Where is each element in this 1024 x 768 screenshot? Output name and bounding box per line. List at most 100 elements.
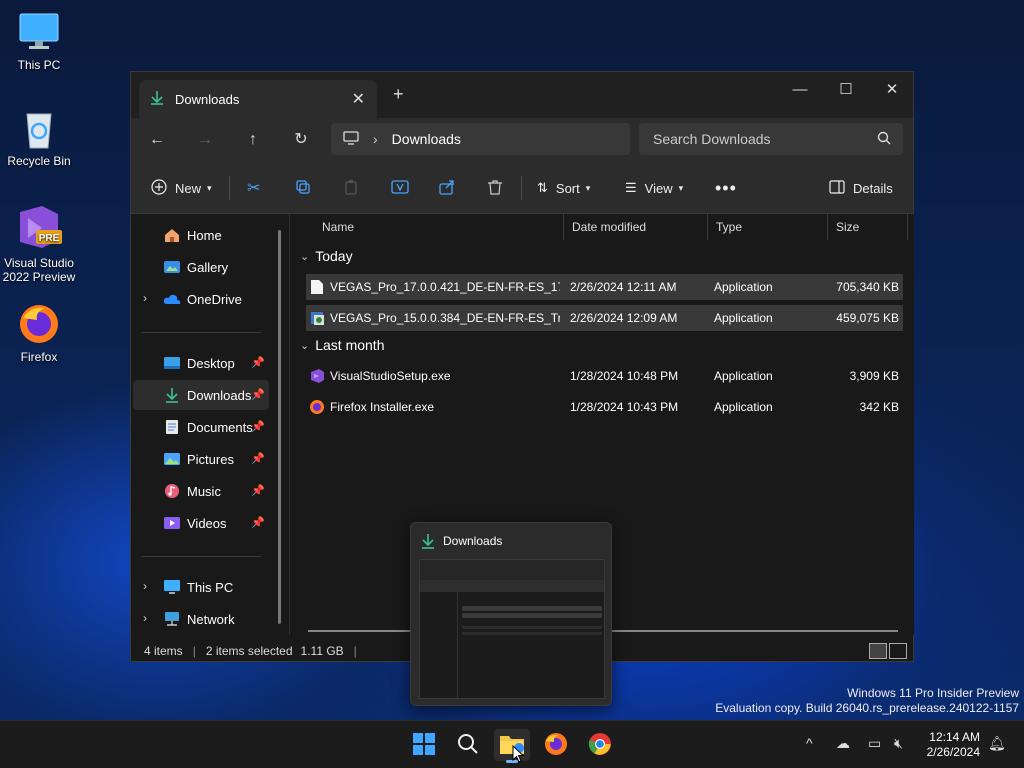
status-divider: | <box>353 644 357 658</box>
more-icon: ••• <box>715 177 737 198</box>
network-icon[interactable]: ▭ <box>868 735 881 752</box>
show-hidden-icons-chevron-icon[interactable]: ^ <box>806 735 813 751</box>
sort-button[interactable]: ⇅ Sort ▾ <box>537 176 590 200</box>
column-header-name[interactable]: Name <box>314 214 564 240</box>
sidebar-item-network[interactable]: › Network <box>133 604 269 634</box>
forward-button[interactable]: → <box>191 128 219 152</box>
desktop-icon-recycle-bin[interactable]: Recycle Bin <box>2 106 76 168</box>
search-button[interactable] <box>450 729 486 761</box>
column-label: Date modified <box>572 220 647 234</box>
sidebar-item-onedrive[interactable]: › OneDrive <box>133 284 269 314</box>
tab-downloads[interactable]: Downloads ✕ <box>139 80 377 118</box>
sidebar-scrollbar[interactable] <box>278 230 281 624</box>
sidebar-item-label: OneDrive <box>187 291 242 307</box>
sidebar-item-home[interactable]: Home <box>133 220 269 250</box>
picture-icon <box>163 451 181 467</box>
sidebar-item-this-pc[interactable]: › This PC <box>133 572 269 602</box>
sidebar-item-gallery[interactable]: Gallery <box>133 252 269 282</box>
tiles-view-toggle[interactable] <box>889 643 907 659</box>
copy-button[interactable] <box>295 176 311 200</box>
view-button[interactable]: ☰ View ▾ <box>625 176 683 200</box>
file-name: Firefox Installer.exe <box>330 400 435 414</box>
onedrive-cloud-icon[interactable]: ☁ <box>836 735 850 752</box>
column-header-date-modified[interactable]: Date modified <box>564 214 708 240</box>
start-button[interactable] <box>406 729 442 761</box>
share-icon <box>439 179 455 198</box>
address-bar[interactable]: › Downloads <box>331 123 630 155</box>
mouse-cursor-icon <box>512 744 525 766</box>
pin-icon: 📌 <box>251 453 265 465</box>
maximize-button[interactable]: ☐ <box>823 76 869 104</box>
new-tab-button[interactable]: + <box>393 84 404 105</box>
sidebar-item-pictures[interactable]: Pictures 📌 <box>133 444 269 474</box>
search-icon <box>457 733 479 758</box>
file-row[interactable]: VEGAS_Pro_17.0.0.421_DE-EN-FR-ES_17_0...… <box>306 274 903 300</box>
chevron-right-icon[interactable]: › <box>143 611 147 625</box>
desktop-icon-visual-studio[interactable]: PRE Visual Studio 2022 Preview <box>2 204 76 284</box>
file-row[interactable]: VEGAS_Pro_15.0.0.384_DE-EN-FR-ES_Trial..… <box>306 305 903 331</box>
rename-button[interactable] <box>391 176 409 200</box>
pin-icon: 📌 <box>251 517 265 529</box>
column-header-type[interactable]: Type <box>708 214 828 240</box>
sidebar-item-label: Documents <box>187 419 253 435</box>
clock-date: 2/26/2024 <box>926 745 980 759</box>
up-button[interactable]: ↑ <box>239 128 267 152</box>
sidebar-item-downloads[interactable]: Downloads 📌 <box>133 380 269 410</box>
file-row[interactable]: VisualStudioSetup.exe 1/28/2024 10:48 PM… <box>306 363 903 389</box>
share-button[interactable] <box>439 176 455 200</box>
download-icon <box>421 533 435 552</box>
toolbar-divider <box>229 176 230 200</box>
thumbnail-window-preview <box>419 559 605 699</box>
thumbnail-title: Downloads <box>443 534 503 548</box>
group-label: Today <box>315 248 353 264</box>
clipboard-icon <box>343 179 359 198</box>
file-size: 342 KB <box>859 400 899 414</box>
file-row[interactable]: Firefox Installer.exe 1/28/2024 10:43 PM… <box>306 394 903 420</box>
breadcrumb-current[interactable]: Downloads <box>392 131 461 147</box>
chevron-right-icon[interactable]: › <box>143 579 147 593</box>
details-button[interactable]: Details <box>829 176 893 200</box>
close-tab-icon[interactable]: ✕ <box>352 89 365 109</box>
title-bar: Downloads ✕ + — ☐ ✕ <box>131 72 913 118</box>
sidebar-item-documents[interactable]: Documents 📌 <box>133 412 269 442</box>
details-view-toggle[interactable] <box>869 643 887 659</box>
column-header-size[interactable]: Size <box>828 214 908 240</box>
watermark-edition: Windows 11 Pro Insider Preview <box>847 686 1019 700</box>
paste-button[interactable] <box>343 176 359 200</box>
notification-bell-icon[interactable]: 🔔︎ <box>988 735 1006 752</box>
column-label: Type <box>716 220 743 234</box>
sidebar-item-music[interactable]: Music 📌 <box>133 476 269 506</box>
group-header-last-month[interactable]: ⌄ Last month <box>300 337 384 353</box>
refresh-button[interactable]: ↻ <box>287 128 315 152</box>
desktop-icon-this-pc[interactable]: This PC <box>2 10 76 72</box>
close-window-button[interactable]: ✕ <box>869 76 915 104</box>
taskbar-thumbnail-preview[interactable]: Downloads <box>410 522 612 706</box>
sidebar-item-videos[interactable]: Videos 📌 <box>133 508 269 538</box>
chrome-taskbar-button[interactable] <box>582 729 618 761</box>
desktop-icon-firefox[interactable]: Firefox <box>2 302 76 364</box>
new-button[interactable]: New ▾ <box>151 176 212 200</box>
cut-button[interactable]: ✂ <box>247 176 260 200</box>
sidebar-item-desktop[interactable]: Desktop 📌 <box>133 348 269 378</box>
sort-label: Sort <box>555 180 580 196</box>
search-icon <box>877 131 891 148</box>
back-button[interactable]: ← <box>143 128 171 152</box>
clock[interactable]: 12:14 AM 2/26/2024 <box>927 730 980 760</box>
firefox-taskbar-button[interactable] <box>538 729 574 761</box>
chevron-right-icon: › <box>373 131 378 147</box>
recycle-bin-icon <box>17 106 61 150</box>
chevron-down-icon: ⌄ <box>300 339 310 352</box>
firefox-icon <box>544 732 568 759</box>
more-options-button[interactable]: ••• <box>715 176 737 200</box>
search-input[interactable]: Search Downloads <box>639 123 903 155</box>
monitor-icon <box>163 579 181 595</box>
volume-muted-icon[interactable]: 🔇︎ <box>894 735 903 752</box>
chevron-right-icon[interactable]: › <box>143 291 147 305</box>
file-date: 2/26/2024 12:11 AM <box>570 280 677 294</box>
delete-button[interactable] <box>487 176 503 200</box>
column-label: Size <box>836 220 860 234</box>
minimize-button[interactable]: — <box>777 76 823 104</box>
file-type: Application <box>714 400 773 414</box>
status-divider: | <box>192 644 196 658</box>
group-header-today[interactable]: ⌄ Today <box>300 248 353 264</box>
